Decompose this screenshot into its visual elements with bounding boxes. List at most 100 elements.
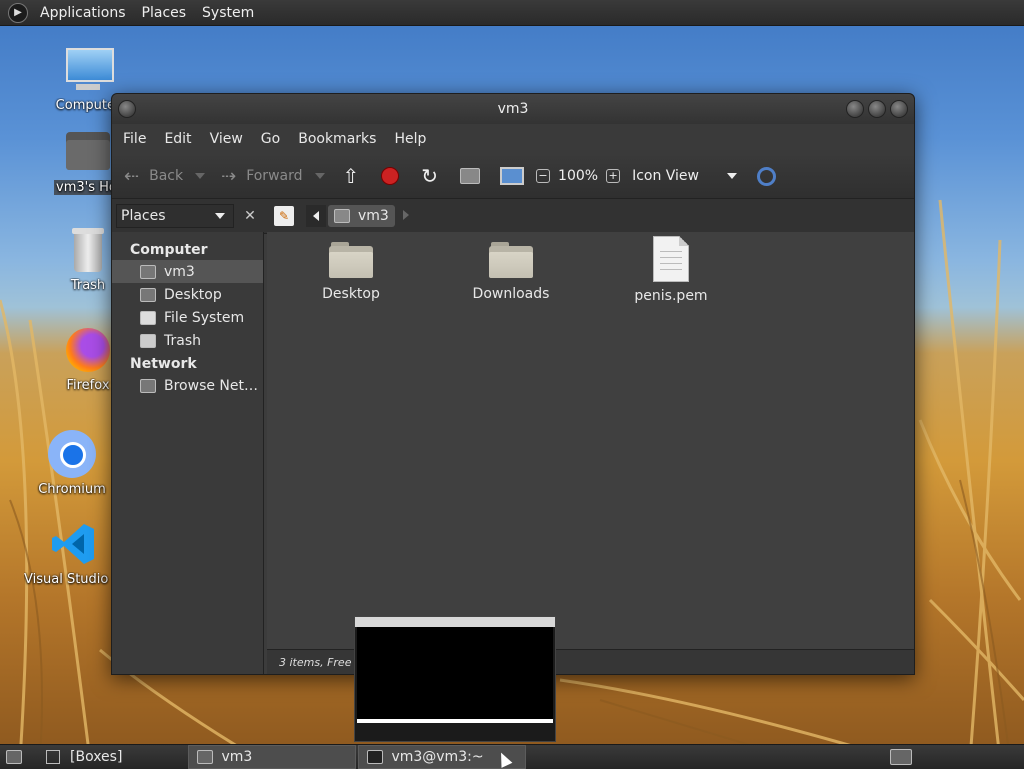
show-desktop-button[interactable] bbox=[0, 746, 28, 768]
edit-location-button[interactable]: ✎ bbox=[274, 206, 294, 226]
view-mode-select[interactable]: Icon View bbox=[632, 168, 737, 184]
home-folder-icon bbox=[197, 750, 214, 764]
task-label: [Boxes] bbox=[70, 749, 123, 765]
reload-button[interactable]: ↻ bbox=[421, 164, 438, 188]
computer-icon bbox=[64, 46, 114, 94]
view-mode-label: Icon View bbox=[632, 168, 699, 184]
search-icon bbox=[757, 166, 776, 186]
chevron-down-icon bbox=[314, 173, 325, 179]
menu-file[interactable]: File bbox=[116, 131, 153, 147]
menu-bookmarks[interactable]: Bookmarks bbox=[291, 131, 383, 147]
desktop-icon-label: Chromium bbox=[38, 482, 106, 497]
workspace-switcher[interactable] bbox=[882, 746, 920, 768]
back-label: Back bbox=[149, 168, 184, 184]
file-view[interactable]: Desktop Downloads penis.pem bbox=[267, 232, 914, 650]
path-right-button[interactable] bbox=[402, 209, 409, 224]
path-left-button[interactable] bbox=[306, 205, 326, 227]
trash-icon bbox=[64, 226, 112, 274]
places-menu[interactable]: Places bbox=[134, 5, 195, 21]
sidebar-item-desktop[interactable]: Desktop bbox=[112, 283, 263, 306]
window-list-icon bbox=[46, 750, 60, 764]
terminal-preview-scrollbar bbox=[357, 719, 553, 723]
forward-button[interactable]: ⇢ Forward bbox=[221, 165, 325, 187]
up-button[interactable]: ⇧ bbox=[343, 164, 360, 188]
file-item-downloads[interactable]: Downloads bbox=[451, 232, 571, 302]
sidebar-item-label: Trash bbox=[164, 332, 201, 349]
places-sidebar: Computer vm3 Desktop File System Trash N… bbox=[112, 232, 264, 674]
desktop-icon-chromium[interactable]: Chromium bbox=[24, 430, 120, 497]
home-button[interactable] bbox=[460, 168, 481, 184]
path-crumb-vm3[interactable]: vm3 bbox=[328, 205, 395, 227]
terminal-preview[interactable] bbox=[354, 616, 556, 742]
close-icon: ✕ bbox=[244, 208, 256, 224]
file-manager-window: vm3 File Edit View Go Bookmarks Help ⇠ B… bbox=[111, 93, 915, 675]
workspace-icon bbox=[890, 749, 912, 765]
zoom-in-icon: + bbox=[606, 169, 621, 183]
stop-icon bbox=[381, 167, 400, 185]
sidebar-item-label: File System bbox=[164, 309, 245, 326]
desktop-icon-label: Visual Studio Code bbox=[24, 572, 124, 587]
back-arrow-icon: ⇠ bbox=[124, 165, 140, 187]
bottom-taskbar: [Boxes] vm3 vm3@vm3:~ bbox=[0, 744, 1024, 769]
task-boxes[interactable]: [Boxes] bbox=[38, 746, 130, 768]
trash-icon bbox=[140, 333, 156, 348]
top-panel: ▶ Applications Places System bbox=[0, 0, 1024, 26]
home-icon bbox=[140, 264, 156, 279]
file-item-desktop[interactable]: Desktop bbox=[291, 232, 411, 302]
chevron-down-icon bbox=[215, 213, 225, 219]
file-item-penis-pem[interactable]: penis.pem bbox=[611, 232, 731, 304]
toolbar: ⇠ Back ⇢ Forward ⇧ ↻ − 100% + Icon View bbox=[112, 154, 914, 199]
system-menu[interactable]: System bbox=[194, 5, 262, 21]
firefox-icon bbox=[64, 326, 112, 374]
sidebar-selector-label: Places bbox=[121, 208, 166, 224]
file-name: Downloads bbox=[472, 286, 550, 302]
stop-button[interactable] bbox=[381, 167, 400, 185]
sidebar-item-vm3[interactable]: vm3 bbox=[112, 260, 263, 283]
sidebar-section-computer: Computer bbox=[130, 242, 208, 258]
chevron-left-icon bbox=[313, 211, 319, 221]
back-button[interactable]: ⇠ Back bbox=[124, 165, 206, 187]
folder-icon bbox=[489, 242, 533, 278]
sidebar-item-trash[interactable]: Trash bbox=[112, 329, 263, 352]
terminal-preview-screen bbox=[357, 627, 553, 719]
window-titlebar[interactable]: vm3 bbox=[112, 94, 914, 124]
task-vm3[interactable]: vm3 bbox=[188, 745, 357, 769]
reload-icon: ↻ bbox=[421, 164, 439, 188]
window-title: vm3 bbox=[497, 101, 529, 117]
chevron-down-icon bbox=[727, 173, 737, 179]
window-menu-button[interactable] bbox=[118, 100, 136, 118]
menu-help[interactable]: Help bbox=[387, 131, 433, 147]
distro-logo-icon[interactable]: ▶ bbox=[8, 2, 28, 23]
up-arrow-icon: ⇧ bbox=[342, 164, 360, 188]
crumb-label: vm3 bbox=[358, 208, 389, 224]
pencil-icon: ✎ bbox=[278, 209, 290, 223]
minimize-button[interactable] bbox=[846, 100, 864, 118]
drive-icon bbox=[140, 310, 156, 325]
computer-button[interactable] bbox=[500, 167, 525, 185]
maximize-button[interactable] bbox=[868, 100, 886, 118]
menu-go[interactable]: Go bbox=[254, 131, 287, 147]
zoom-out-button[interactable]: − bbox=[536, 169, 551, 183]
computer-icon bbox=[500, 167, 525, 185]
file-name: Desktop bbox=[322, 286, 380, 302]
search-button[interactable] bbox=[757, 166, 776, 186]
chromium-icon bbox=[48, 430, 96, 478]
zoom-in-button[interactable]: + bbox=[606, 169, 621, 183]
location-bar: Places ✕ ✎ vm3 bbox=[112, 199, 914, 234]
sidebar-item-browse-network[interactable]: Browse Net… bbox=[112, 374, 263, 397]
sidebar-selector[interactable]: Places bbox=[116, 204, 234, 228]
home-icon bbox=[460, 168, 481, 184]
forward-arrow-icon: ⇢ bbox=[221, 165, 237, 187]
vscode-icon bbox=[50, 520, 98, 568]
task-label: vm3@vm3:~ bbox=[391, 749, 484, 765]
desktop-icon-vscode[interactable]: Visual Studio Code bbox=[24, 520, 124, 587]
close-sidebar-button[interactable]: ✕ bbox=[240, 208, 260, 224]
task-label: vm3 bbox=[221, 749, 253, 765]
close-button[interactable] bbox=[890, 100, 908, 118]
sidebar-item-file-system[interactable]: File System bbox=[112, 306, 263, 329]
menu-view[interactable]: View bbox=[203, 131, 250, 147]
menu-edit[interactable]: Edit bbox=[157, 131, 198, 147]
applications-menu[interactable]: Applications bbox=[32, 5, 134, 21]
terminal-preview-menubar bbox=[355, 617, 555, 627]
home-icon bbox=[334, 209, 350, 223]
